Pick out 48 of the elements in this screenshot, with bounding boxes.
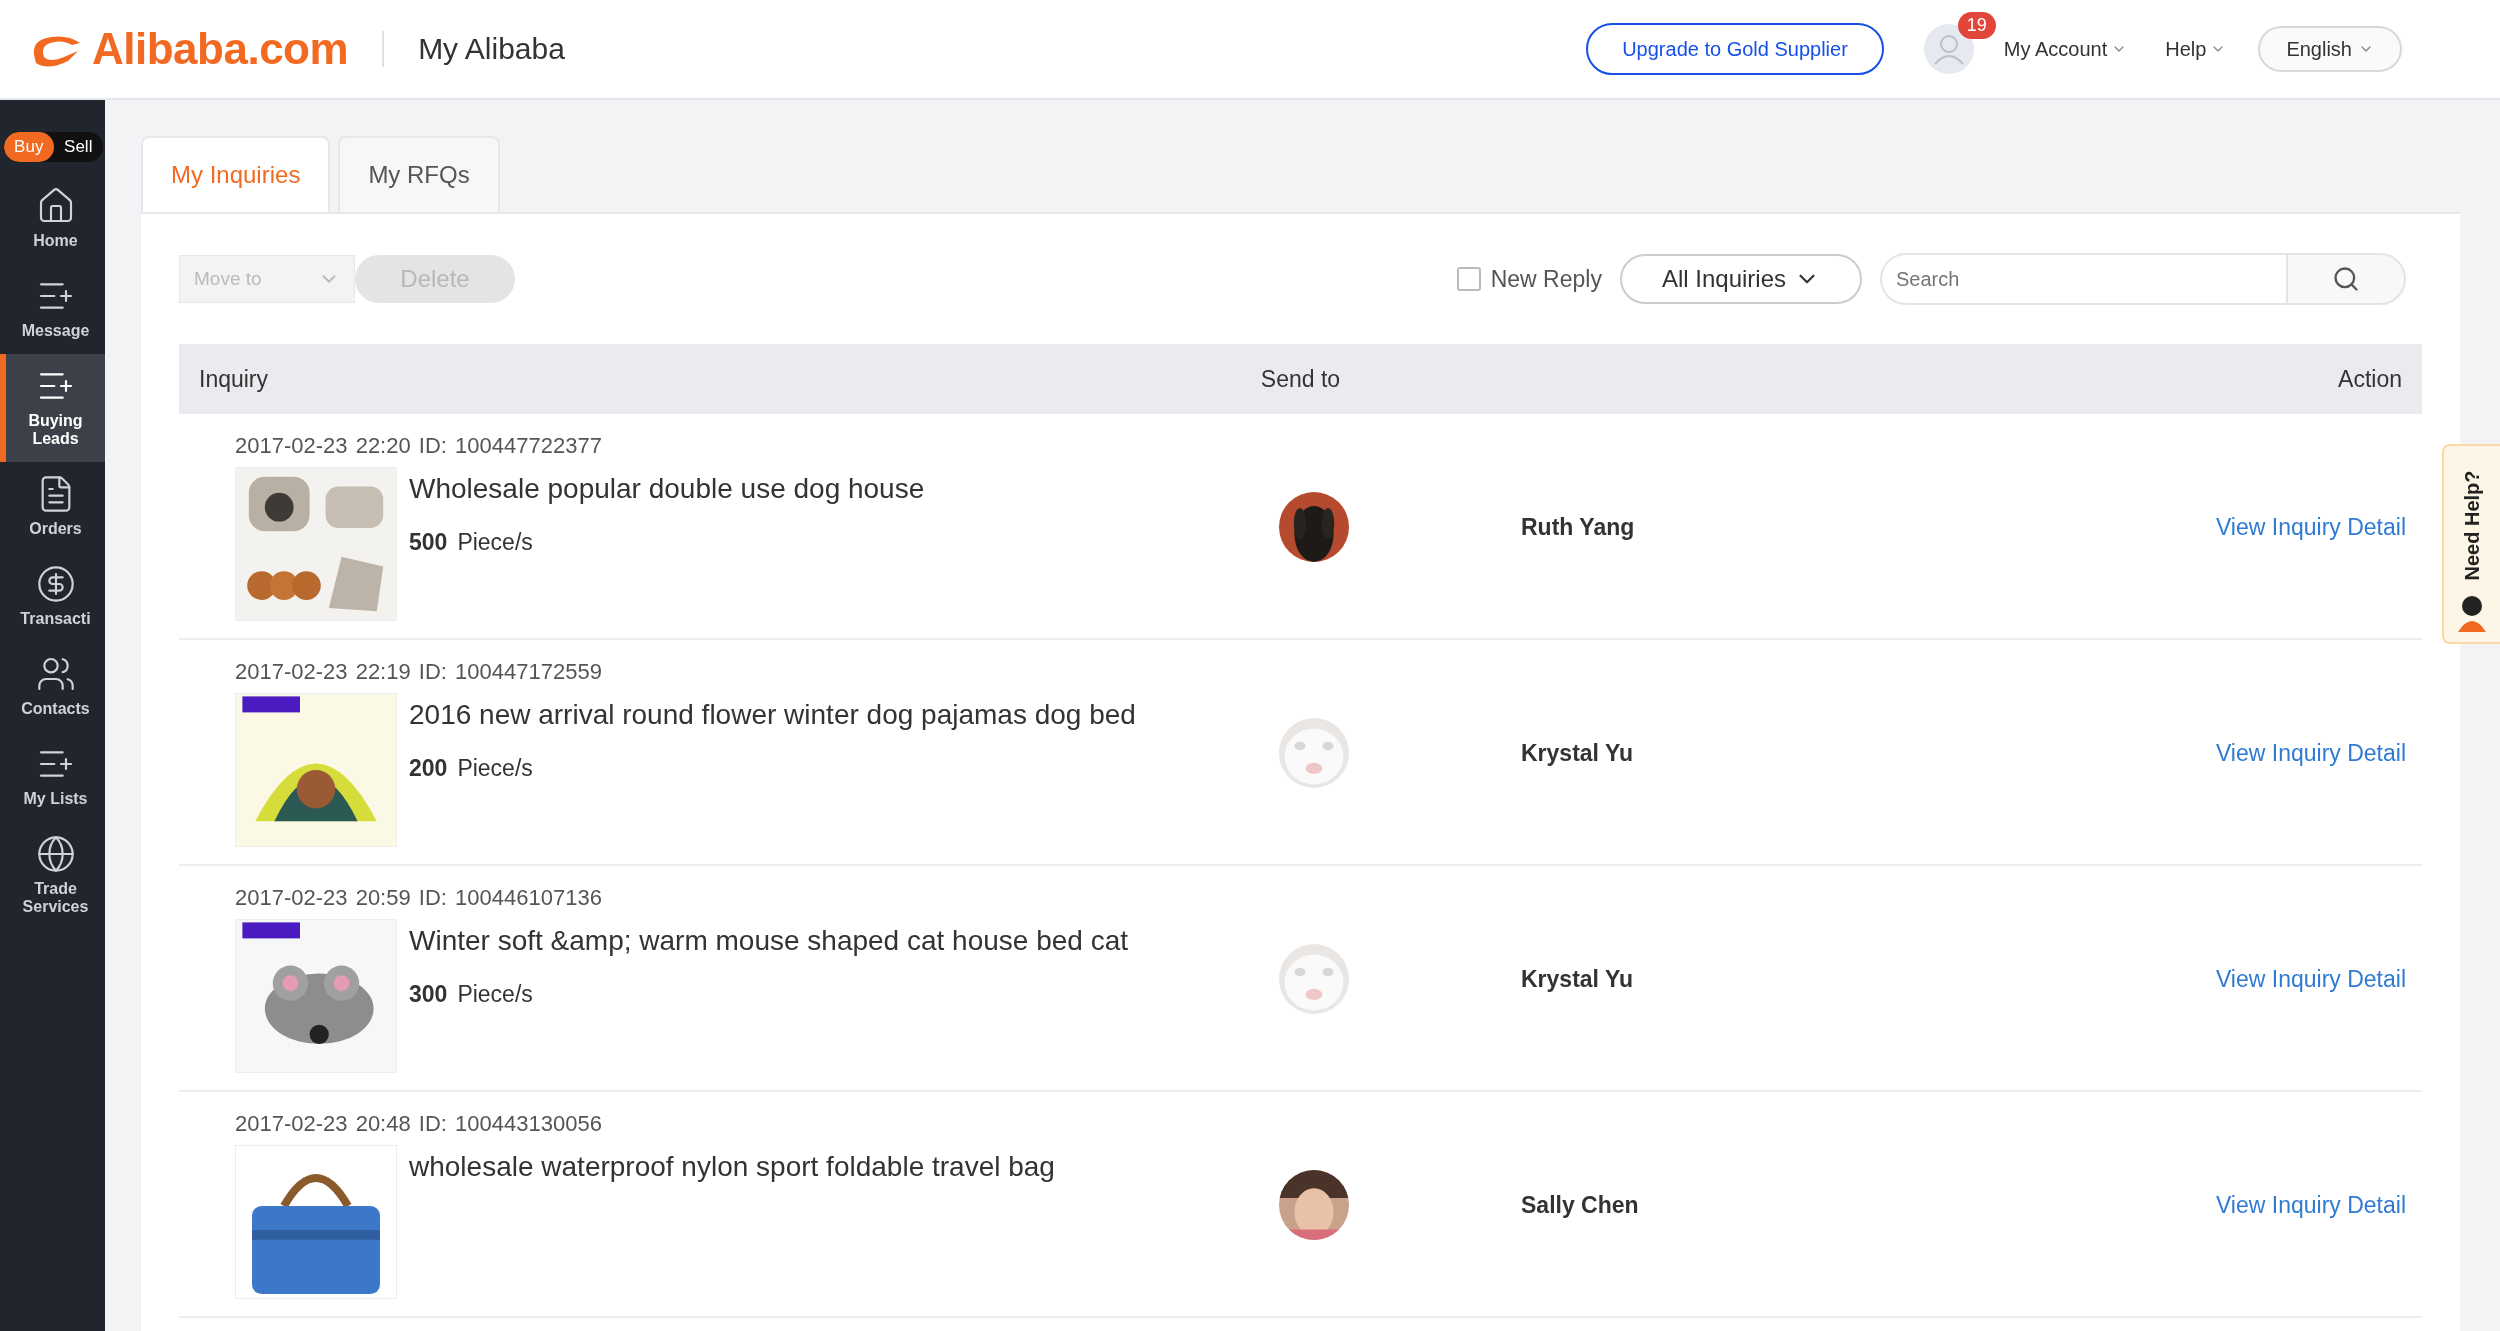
recipient-name: Ruth Yang [1521,513,1635,541]
tab[interactable]: My RFQs [338,136,500,212]
language-select[interactable]: English [2258,26,2402,72]
column-header: Action [2337,365,2402,393]
checkbox[interactable] [1456,267,1481,291]
view-detail-link[interactable]: View Inquiry Detail [2215,739,2406,767]
search-field[interactable]: Search [1880,253,2286,305]
dollar-icon [35,564,76,604]
view-detail-link[interactable]: View Inquiry Detail [2215,1191,2406,1219]
search-icon [2332,265,2360,293]
inquiry-meta: 2017-02-23 22:19 ID: 100447172559 [235,659,603,685]
recipient-name: Krystal Yu [1521,965,1634,993]
sidebar-item[interactable]: Orders [0,462,105,552]
sidebar-item[interactable]: Trade Services [0,822,105,930]
checkbox-label: New Reply [1490,265,1602,293]
page-title: My Alibaba [418,32,565,66]
filter-dropdown[interactable]: All Inquiries [1619,254,1862,304]
sidebar-item[interactable]: Transacti [0,552,105,642]
sidebar-item[interactable]: Buying Leads [0,354,105,462]
buy-sell-toggle[interactable]: Buy Sell [4,132,103,162]
column-header: Send to [1259,365,1342,393]
product-title: Wholesale popular double use dog house [409,473,925,505]
inquiry-meta: 2017-02-23 20:59 ID: 100446107136 [235,885,603,911]
sidebar-item[interactable]: Contacts [0,642,105,732]
product-title: wholesale waterproof nylon sport foldable travel bag [409,1151,1055,1183]
header-menu[interactable]: My Account [1997,36,2134,62]
view-detail-link[interactable]: View Inquiry Detail [2215,965,2406,993]
mode-option[interactable]: Sell [53,132,103,162]
recipient-name: Krystal Yu [1521,739,1634,767]
column-header: Inquiry [199,365,270,393]
quantity: 300 Piece/s [409,981,534,1008]
product-title: 2016 new arrival round flower winter dog pajamas dog bed [409,699,1136,731]
product-title: Winter soft &amp; warm mouse shaped cat house bed cat [409,925,1129,957]
sidebar-item[interactable]: Message [0,264,105,354]
sidebar-item[interactable]: My Lists [0,732,105,822]
sidebar-item[interactable]: Home [0,174,105,264]
globe-icon [35,834,76,874]
upgrade-button[interactable]: Upgrade to Gold Supplier [1586,23,1884,75]
notification-badge: 19 [1957,12,1996,39]
quantity: 200 Piece/s [409,755,534,782]
recipient-name: Sally Chen [1521,1191,1639,1219]
search-button[interactable] [2286,253,2406,305]
quantity: 500 Piece/s [409,529,534,556]
inquiry-meta: 2017-02-23 20:48 ID: 100443130056 [235,1111,603,1137]
view-detail-link[interactable]: View Inquiry Detail [2215,513,2406,541]
need-help-tab[interactable]: Need Help? [2442,444,2500,644]
inquiry-meta: 2017-02-23 22:20 ID: 100447722377 [235,433,603,459]
header-menu[interactable]: Help [2159,36,2233,62]
